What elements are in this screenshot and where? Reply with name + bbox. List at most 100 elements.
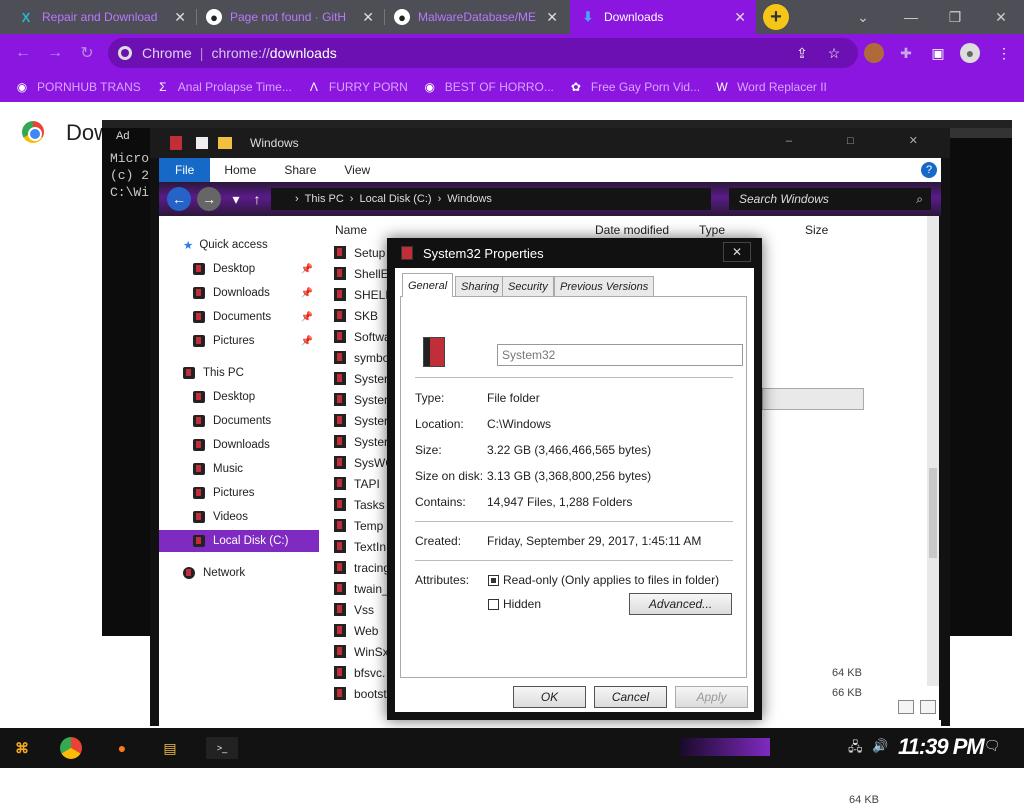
tab-page-not-found[interactable]: ● Page not found · GitH ✕ — [196, 0, 384, 34]
bookmark-item[interactable]: ✿ Free Gay Porn Vid... — [568, 79, 700, 95]
extension-avatar-icon[interactable] — [864, 43, 884, 63]
bookmark-star-icon[interactable]: ☆ — [824, 43, 844, 63]
table-row[interactable]: SKB — [334, 305, 378, 326]
folder-name-input[interactable] — [497, 344, 743, 366]
table-row[interactable]: Web — [334, 620, 378, 641]
vertical-scrollbar[interactable] — [927, 216, 939, 686]
tab-file[interactable]: File — [159, 158, 211, 182]
column-header-size[interactable]: Size — [805, 220, 828, 240]
close-icon[interactable]: ✕ — [734, 9, 746, 26]
table-row[interactable]: TAPI — [334, 473, 380, 494]
table-row[interactable]: tracing — [334, 557, 390, 578]
reload-button[interactable]: ↻ — [76, 42, 98, 64]
dialog-close-button[interactable]: ✕ — [723, 242, 751, 262]
hidden-checkbox[interactable] — [488, 599, 499, 610]
start-button[interactable]: ⌘ — [8, 734, 36, 762]
table-row[interactable]: Setup — [334, 242, 385, 263]
tab-view[interactable]: View — [330, 158, 384, 182]
bookmark-item[interactable]: W Word Replacer II — [714, 79, 826, 95]
table-row[interactable]: TextIn — [334, 536, 386, 557]
close-icon[interactable]: ✕ — [174, 9, 186, 26]
sidebar-item-pc-pictures[interactable]: Pictures — [159, 482, 319, 504]
close-icon[interactable]: ✕ — [362, 9, 374, 26]
firefox-taskbar-icon[interactable]: ● — [108, 734, 136, 762]
details-view-icon[interactable] — [898, 700, 914, 714]
close-window-button[interactable]: ✕ — [986, 4, 1016, 30]
tab-repair-download[interactable]: X Repair and Download ✕ — [8, 0, 196, 34]
breadcrumb-this-pc[interactable]: This PC — [305, 193, 344, 205]
network-icon[interactable]: 🖧 — [848, 738, 863, 760]
table-row[interactable]: Temp — [334, 515, 383, 536]
new-folder-icon[interactable] — [218, 137, 232, 149]
sidebar-item-documents[interactable]: Documents 📌 — [159, 306, 319, 328]
up-arrow-icon[interactable]: ↑ — [245, 187, 269, 211]
properties-icon[interactable] — [196, 137, 208, 149]
breadcrumb-local-disk[interactable]: Local Disk (C:) — [359, 193, 431, 205]
table-row[interactable]: twain_ — [334, 578, 389, 599]
back-button[interactable]: ← — [12, 42, 34, 64]
sidebar-item-pc-downloads[interactable]: Downloads — [159, 434, 319, 456]
ok-button[interactable]: OK — [513, 686, 586, 708]
address-bar[interactable]: Chrome | chrome://downloads — [108, 38, 858, 68]
bookmark-item[interactable]: ◉ BEST OF HORRO... — [422, 79, 554, 95]
search-input[interactable]: Search Windows ⌕ — [729, 188, 931, 210]
restore-button[interactable]: ❐ — [940, 4, 970, 30]
minimize-button[interactable]: — — [896, 4, 926, 30]
recent-dropdown-icon[interactable]: ▾ — [229, 187, 243, 211]
tab-share[interactable]: Share — [270, 158, 330, 182]
sidebar-item-local-disk[interactable]: Local Disk (C:) — [159, 530, 319, 552]
forward-arrow-icon[interactable]: → — [197, 187, 221, 211]
sidebar-item-quick-access[interactable]: ★ Quick access — [159, 234, 319, 256]
back-arrow-icon[interactable]: ← — [167, 187, 191, 211]
chevron-down-icon[interactable]: ⌄ — [848, 4, 878, 30]
sidebar-item-videos[interactable]: Videos — [159, 506, 319, 528]
extensions-puzzle-icon[interactable]: ✚ — [896, 43, 916, 63]
forward-button[interactable]: → — [44, 42, 66, 64]
table-row[interactable]: bootst — [334, 683, 387, 704]
file-explorer-taskbar-icon[interactable]: ▤ — [156, 734, 184, 762]
profile-icon[interactable]: ● — [960, 43, 980, 63]
column-header-name[interactable]: Name — [335, 220, 367, 240]
notifications-icon[interactable]: 🗨 — [984, 738, 1001, 754]
tab-sharing[interactable]: Sharing — [455, 276, 505, 296]
menu-kebab-icon[interactable]: ⋮ — [994, 43, 1014, 63]
advanced-button[interactable]: Advanced... — [629, 593, 732, 615]
cancel-button[interactable]: Cancel — [594, 686, 667, 708]
close-icon[interactable]: ✕ — [546, 9, 558, 26]
table-row[interactable]: Syster — [334, 410, 388, 431]
sidebar-item-pc-documents[interactable]: Documents — [159, 410, 319, 432]
help-icon[interactable]: ? — [921, 162, 937, 178]
table-row[interactable]: symbo — [334, 347, 389, 368]
volume-icon[interactable]: 🔊 — [872, 738, 888, 754]
window-controls[interactable]: – □ ✕ — [786, 134, 944, 147]
table-row[interactable]: WinSx — [334, 641, 389, 662]
table-row[interactable]: Syster — [334, 368, 388, 389]
readonly-checkbox[interactable] — [488, 575, 499, 586]
table-row[interactable]: Tasks — [334, 494, 385, 515]
clock[interactable]: 11:39 PM — [898, 734, 985, 760]
sidebar-item-desktop[interactable]: Desktop 📌 — [159, 258, 319, 280]
sidebar-item-pictures[interactable]: Pictures 📌 — [159, 330, 319, 352]
scrollbar-thumb[interactable] — [929, 468, 937, 558]
tab-malware-database[interactable]: ● MalwareDatabase/ME ✕ — [384, 0, 568, 34]
sidebar-item-downloads[interactable]: Downloads 📌 — [159, 282, 319, 304]
tab-home[interactable]: Home — [210, 158, 270, 182]
sidebar-item-this-pc[interactable]: This PC — [159, 362, 319, 384]
side-panel-icon[interactable]: ▣ — [928, 43, 948, 63]
bookmark-item[interactable]: Λ FURRY PORN — [306, 79, 408, 95]
breadcrumb[interactable]: › This PC › Local Disk (C:) › Windows — [271, 188, 711, 210]
table-row[interactable]: Softwa — [334, 326, 391, 347]
column-header-date[interactable]: Date modified — [595, 220, 669, 240]
sidebar-item-music[interactable]: Music — [159, 458, 319, 480]
command-prompt-taskbar-icon[interactable]: >_ — [206, 737, 238, 759]
tab-downloads[interactable]: ⬇ Downloads ✕ — [570, 0, 756, 34]
table-row[interactable]: SysWO — [334, 452, 395, 473]
table-row[interactable]: Syster — [334, 389, 388, 410]
sidebar-item-network[interactable]: Network — [159, 562, 319, 584]
sidebar-item-pc-desktop[interactable]: Desktop — [159, 386, 319, 408]
table-row[interactable]: ShellE — [334, 263, 389, 284]
table-row[interactable]: SHELL — [334, 284, 392, 305]
tab-previous-versions[interactable]: Previous Versions — [554, 276, 655, 296]
apply-button[interactable]: Apply — [675, 686, 748, 708]
table-row[interactable]: bfsvc. — [334, 662, 385, 683]
